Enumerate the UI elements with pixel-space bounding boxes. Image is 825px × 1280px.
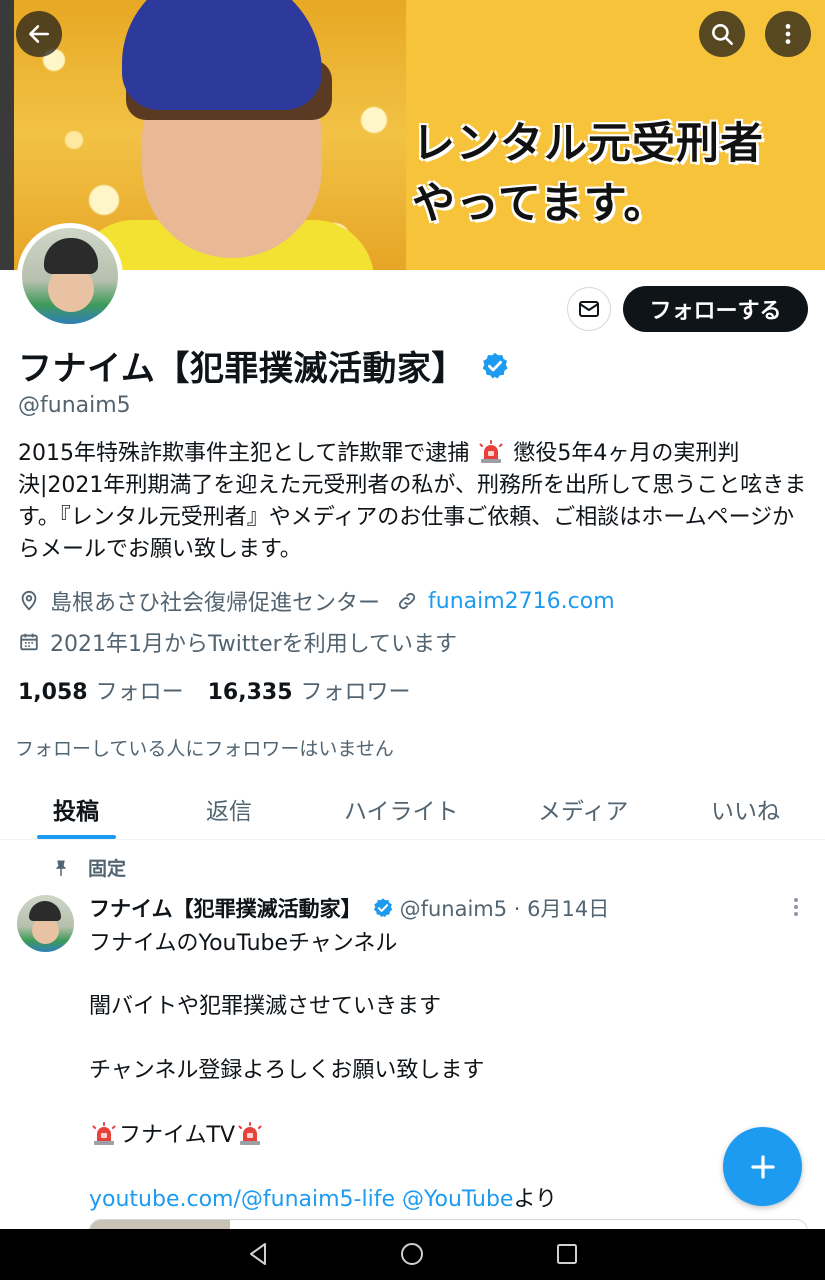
tweet-header: フナイム【犯罪撲滅活動家】 @funaim5 · 6月14日 bbox=[89, 893, 609, 923]
profile-meta-row: 島根あさひ社会復帰促進センター funaim2716.com bbox=[18, 585, 615, 617]
illustration-beanie bbox=[122, 0, 322, 110]
back-button[interactable] bbox=[16, 11, 62, 57]
nav-home-icon[interactable] bbox=[399, 1241, 425, 1267]
link-icon bbox=[398, 592, 416, 610]
following-stat[interactable]: 1,058 フォロー bbox=[18, 674, 184, 706]
tweet-text-line: 闇バイトや犯罪撲滅させていきます bbox=[89, 994, 442, 1019]
followers-label: フォロワー bbox=[300, 680, 411, 705]
pinned-label: 固定 bbox=[52, 854, 126, 881]
tab-media[interactable]: メディア bbox=[538, 792, 628, 826]
tweet-avatar-beanie bbox=[29, 901, 61, 921]
followers-stat[interactable]: 16,335 フォロワー bbox=[208, 674, 411, 706]
tweet-avatar-face bbox=[32, 917, 59, 944]
message-button[interactable] bbox=[567, 287, 611, 331]
compose-button[interactable] bbox=[723, 1127, 802, 1206]
banner-caption: レンタル元受刑者 やってます。 bbox=[412, 114, 764, 234]
followers-count: 16,335 bbox=[207, 680, 293, 705]
profile-joined-date: 2021年1月からTwitterを利用しています bbox=[50, 632, 458, 657]
follow-stats: 1,058 フォロー 16,335 フォロワー bbox=[18, 674, 411, 706]
avatar-beanie bbox=[44, 238, 98, 274]
banner-caption-line1: レンタル元受刑者 bbox=[412, 119, 764, 169]
active-tab-indicator bbox=[37, 835, 116, 839]
tab-posts[interactable]: 投稿 bbox=[53, 792, 99, 826]
profile-bio: 2015年特殊詐欺事件主犯として詐欺罪で逮捕 懲役5年4ヶ月の実刑判決|2021… bbox=[18, 438, 813, 566]
display-name-text: フナイム【犯罪撲滅活動家】 bbox=[18, 349, 466, 389]
police-light-icon bbox=[92, 1122, 116, 1145]
search-icon bbox=[712, 24, 734, 46]
bio-text-part1: 2015年特殊詐欺事件主犯として詐欺罪で逮捕 bbox=[18, 441, 470, 466]
tab-replies[interactable]: 返信 bbox=[206, 792, 252, 826]
tweet-text-line: フナイムのYouTubeチャンネル bbox=[89, 931, 398, 956]
arrow-left-icon bbox=[29, 25, 49, 43]
profile-display-name: フナイム【犯罪撲滅活動家】 bbox=[18, 341, 510, 390]
banner-edge bbox=[0, 0, 14, 270]
tweet-text-line: チャンネル登録よろしくお願い致します bbox=[89, 1058, 485, 1083]
more-button[interactable] bbox=[765, 11, 811, 57]
tweet-youtube-link[interactable]: youtube.com/@funaim5-life bbox=[89, 1187, 395, 1212]
avatar-photo bbox=[22, 228, 118, 324]
verified-badge-icon bbox=[373, 898, 392, 918]
location-icon bbox=[21, 590, 37, 611]
verified-badge-icon[interactable] bbox=[480, 351, 510, 381]
tweet-channel-line: フナイムTV bbox=[89, 1117, 265, 1149]
police-light-icon bbox=[479, 440, 503, 463]
profile-location: 島根あさひ社会復帰促進センター bbox=[50, 591, 381, 616]
profile-handle: @funaim5 bbox=[18, 393, 131, 418]
tweet-channel-name: フナイムTV bbox=[119, 1123, 236, 1148]
nav-back-icon[interactable] bbox=[245, 1241, 271, 1267]
profile-avatar[interactable] bbox=[17, 223, 123, 329]
nav-recents-icon[interactable] bbox=[554, 1241, 580, 1267]
mail-icon bbox=[579, 301, 599, 317]
more-vertical-icon bbox=[785, 24, 791, 44]
tab-highlights[interactable]: ハイライト bbox=[344, 792, 459, 826]
tweet-more-icon[interactable] bbox=[786, 895, 806, 919]
banner-caption-line2: やってます。 bbox=[412, 179, 668, 229]
tweet-author-avatar[interactable] bbox=[17, 895, 74, 952]
profile-tabs: 投稿 返信 ハイライト メディア いいね bbox=[0, 780, 825, 840]
tweet-author-meta: @funaim5 · 6月14日 bbox=[399, 897, 610, 921]
search-button[interactable] bbox=[699, 11, 745, 57]
plus-icon bbox=[750, 1154, 775, 1179]
following-label: フォロー bbox=[95, 680, 184, 705]
pin-icon bbox=[55, 860, 67, 876]
tab-likes[interactable]: いいね bbox=[711, 792, 780, 826]
tweet-link-line: youtube.com/@funaim5-life @YouTubeより bbox=[89, 1181, 557, 1213]
follow-button[interactable]: フォローする bbox=[623, 286, 808, 332]
system-nav-bar bbox=[0, 1229, 825, 1280]
tweet-link-suffix: より bbox=[513, 1187, 558, 1212]
profile-joined-row: 2021年1月からTwitterを利用しています bbox=[18, 626, 457, 658]
following-count: 1,058 bbox=[18, 680, 88, 705]
police-light-icon bbox=[238, 1122, 262, 1145]
calendar-icon bbox=[20, 633, 38, 651]
tweet-author-name[interactable]: フナイム【犯罪撲滅活動家】 bbox=[89, 893, 362, 923]
pinned-text: 固定 bbox=[88, 858, 127, 880]
profile-website-link[interactable]: funaim2716.com bbox=[428, 589, 615, 614]
tweet-mention-link[interactable]: @YouTube bbox=[402, 1187, 513, 1212]
mutual-followers-note: フォローしている人にフォロワーはいません bbox=[15, 738, 394, 760]
